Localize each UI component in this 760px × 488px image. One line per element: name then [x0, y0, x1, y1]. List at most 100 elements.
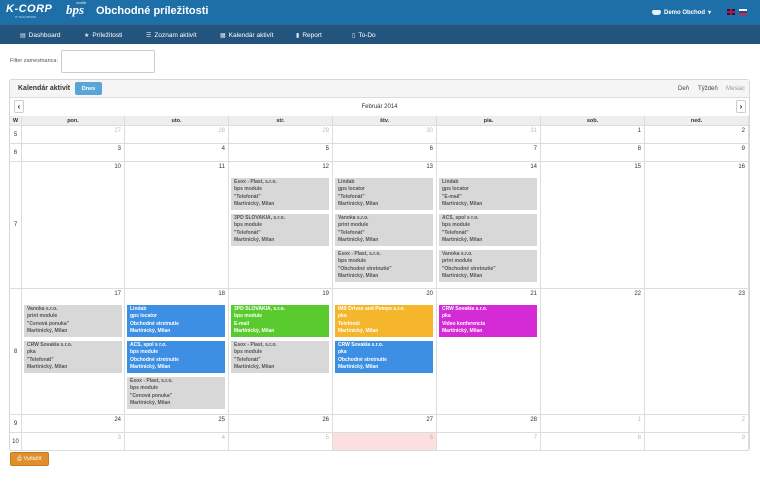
day-number[interactable]: 1 [638, 417, 641, 423]
day-number[interactable]: 20 [426, 291, 433, 297]
day-cell[interactable]: 21 CRW Sovakia s.r.o. pka Video konferencia… [437, 289, 541, 414]
calendar-event[interactable]: Vanoka s.r.o. print module "Cenová ponuka"… [24, 305, 122, 337]
day-cell[interactable]: 11 [125, 162, 229, 288]
day-cell[interactable]: 6 [333, 433, 437, 450]
today-button[interactable]: Dnes [75, 82, 102, 95]
day-cell[interactable]: 31 [437, 126, 541, 143]
calendar-event[interactable]: Esox - Plast, s.r.o. bps module "Obchodné … [335, 250, 433, 282]
day-cell[interactable]: 10 [22, 162, 125, 288]
view-week-button[interactable]: Týždeň [698, 86, 718, 92]
user-menu[interactable]: Demo Obchod ▾ [652, 9, 711, 16]
day-number[interactable]: 5 [326, 435, 329, 441]
day-cell[interactable]: 12 Esox - Plast, s.r.o. bps module "Telefon… [229, 162, 333, 288]
day-number[interactable]: 4 [222, 435, 225, 441]
calendar-event[interactable]: Vanoka s.r.o. print module "Telefonát" Mart… [335, 214, 433, 246]
day-cell[interactable]: 6 [333, 144, 437, 161]
day-number[interactable]: 10 [114, 164, 121, 170]
nav-kalend-r-aktiv-t[interactable]: ▦ Kalendár aktivít [220, 25, 273, 45]
day-number[interactable]: 31 [530, 128, 537, 134]
day-cell[interactable]: 13 Lindab gps locator "Telefonát" Martinický… [333, 162, 437, 288]
calendar-event[interactable]: CRW Sovakia s.r.o. pka Obchodné stretnutie… [335, 341, 433, 373]
day-number[interactable]: 8 [638, 146, 641, 152]
day-cell[interactable]: 4 [125, 433, 229, 450]
day-cell[interactable]: 5 [229, 144, 333, 161]
day-cell[interactable]: 15 [541, 162, 645, 288]
day-cell[interactable]: 3 [22, 144, 125, 161]
calendar-event[interactable]: Esox - Plast, s.r.o. bps module "Cenová po… [127, 377, 225, 409]
calendar-event[interactable]: ACS, spol s r.o. bps module Obchodné stret… [127, 341, 225, 373]
day-cell[interactable]: 1 [541, 126, 645, 143]
slovak-flag-icon[interactable] [739, 9, 747, 15]
print-button[interactable]: ⎙ Vytlačiť [10, 452, 49, 466]
calendar-event[interactable]: IMS Drives and Pumps s.r.o. pka Telefonát M… [335, 305, 433, 337]
day-number[interactable]: 27 [114, 128, 121, 134]
day-cell[interactable]: 16 [645, 162, 749, 288]
day-number[interactable]: 24 [114, 417, 121, 423]
day-cell[interactable]: 25 [125, 415, 229, 432]
view-month-button[interactable]: Mesiac [726, 86, 745, 92]
day-number[interactable]: 3 [118, 435, 121, 441]
day-cell[interactable]: 28 [125, 126, 229, 143]
day-number[interactable]: 16 [738, 164, 745, 170]
day-cell[interactable]: 29 [229, 126, 333, 143]
day-number[interactable]: 21 [530, 291, 537, 297]
day-cell[interactable]: 8 [541, 144, 645, 161]
day-number[interactable]: 28 [530, 417, 537, 423]
day-number[interactable]: 23 [738, 291, 745, 297]
kcorp-logo[interactable]: K-CORP IT SOLUTIONS [6, 3, 66, 20]
day-cell[interactable]: 24 [22, 415, 125, 432]
day-number[interactable]: 12 [322, 164, 329, 170]
day-number[interactable]: 28 [218, 128, 225, 134]
day-cell[interactable]: 8 [541, 433, 645, 450]
day-number[interactable]: 7 [534, 146, 537, 152]
day-cell[interactable]: 7 [437, 144, 541, 161]
day-number[interactable]: 6 [430, 435, 433, 441]
day-number[interactable]: 30 [426, 128, 433, 134]
nav-pr-le-itosti[interactable]: ★ Príležitosti [84, 25, 122, 45]
day-number[interactable]: 15 [634, 164, 641, 170]
day-number[interactable]: 29 [322, 128, 329, 134]
day-number[interactable]: 3 [118, 146, 121, 152]
calendar-event[interactable]: CRW Sovakia s.r.o. pka "Telefonát" Martinic… [24, 341, 122, 373]
calendar-event[interactable]: ACS, spol s r.o. bps module "Telefonát" Mar… [439, 214, 537, 246]
day-number[interactable]: 9 [742, 435, 745, 441]
day-cell[interactable]: 28 [437, 415, 541, 432]
day-number[interactable]: 25 [218, 417, 225, 423]
day-cell[interactable]: 18 Lindab gps locator Obchodné stretnutie Ma… [125, 289, 229, 414]
calendar-event[interactable]: Lindab gps locator "E-mail" Martinický, Mil… [439, 178, 537, 210]
day-number[interactable]: 13 [426, 164, 433, 170]
day-number[interactable]: 8 [638, 435, 641, 441]
calendar-event[interactable]: Lindab gps locator Obchodné stretnutie Mart… [127, 305, 225, 337]
day-number[interactable]: 7 [534, 435, 537, 441]
nav-zoznam-aktiv-t[interactable]: ☰ Zoznam aktivít [146, 25, 197, 45]
day-cell[interactable]: 20 IMS Drives and Pumps s.r.o. pka Telefoná… [333, 289, 437, 414]
day-cell[interactable]: 14 Lindab gps locator "E-mail" Martinický, M… [437, 162, 541, 288]
english-flag-icon[interactable] [727, 9, 735, 15]
day-cell[interactable]: 7 [437, 433, 541, 450]
calendar-event[interactable]: Vanoka s.r.o. print module "Obchodné stret… [439, 250, 537, 282]
day-cell[interactable]: 4 [125, 144, 229, 161]
day-number[interactable]: 2 [742, 417, 745, 423]
day-number[interactable]: 1 [638, 128, 641, 134]
day-number[interactable]: 22 [634, 291, 641, 297]
day-cell[interactable]: 30 [333, 126, 437, 143]
day-cell[interactable]: 9 [645, 433, 749, 450]
day-cell[interactable]: 1 [541, 415, 645, 432]
day-number[interactable]: 18 [218, 291, 225, 297]
day-cell[interactable]: 5 [229, 433, 333, 450]
day-cell[interactable]: 23 [645, 289, 749, 414]
day-cell[interactable]: 3 [22, 433, 125, 450]
day-number[interactable]: 19 [322, 291, 329, 297]
day-number[interactable]: 11 [219, 164, 225, 170]
day-cell[interactable]: 2 [645, 126, 749, 143]
calendar-event[interactable]: Esox - Plast, s.r.o. bps module "Telefonát… [231, 341, 329, 373]
day-number[interactable]: 27 [426, 417, 433, 423]
day-number[interactable]: 4 [222, 146, 225, 152]
nav-dashboard[interactable]: ▤ Dashboard [20, 25, 60, 45]
day-cell[interactable]: 9 [645, 144, 749, 161]
calendar-event[interactable]: Esox - Plast, s.r.o. bps module "Telefonát… [231, 178, 329, 210]
day-cell[interactable]: 17 Vanoka s.r.o. print module "Cenová ponuk… [22, 289, 125, 414]
day-number[interactable]: 26 [322, 417, 329, 423]
view-day-button[interactable]: Deň [678, 86, 689, 92]
day-number[interactable]: 2 [742, 128, 745, 134]
